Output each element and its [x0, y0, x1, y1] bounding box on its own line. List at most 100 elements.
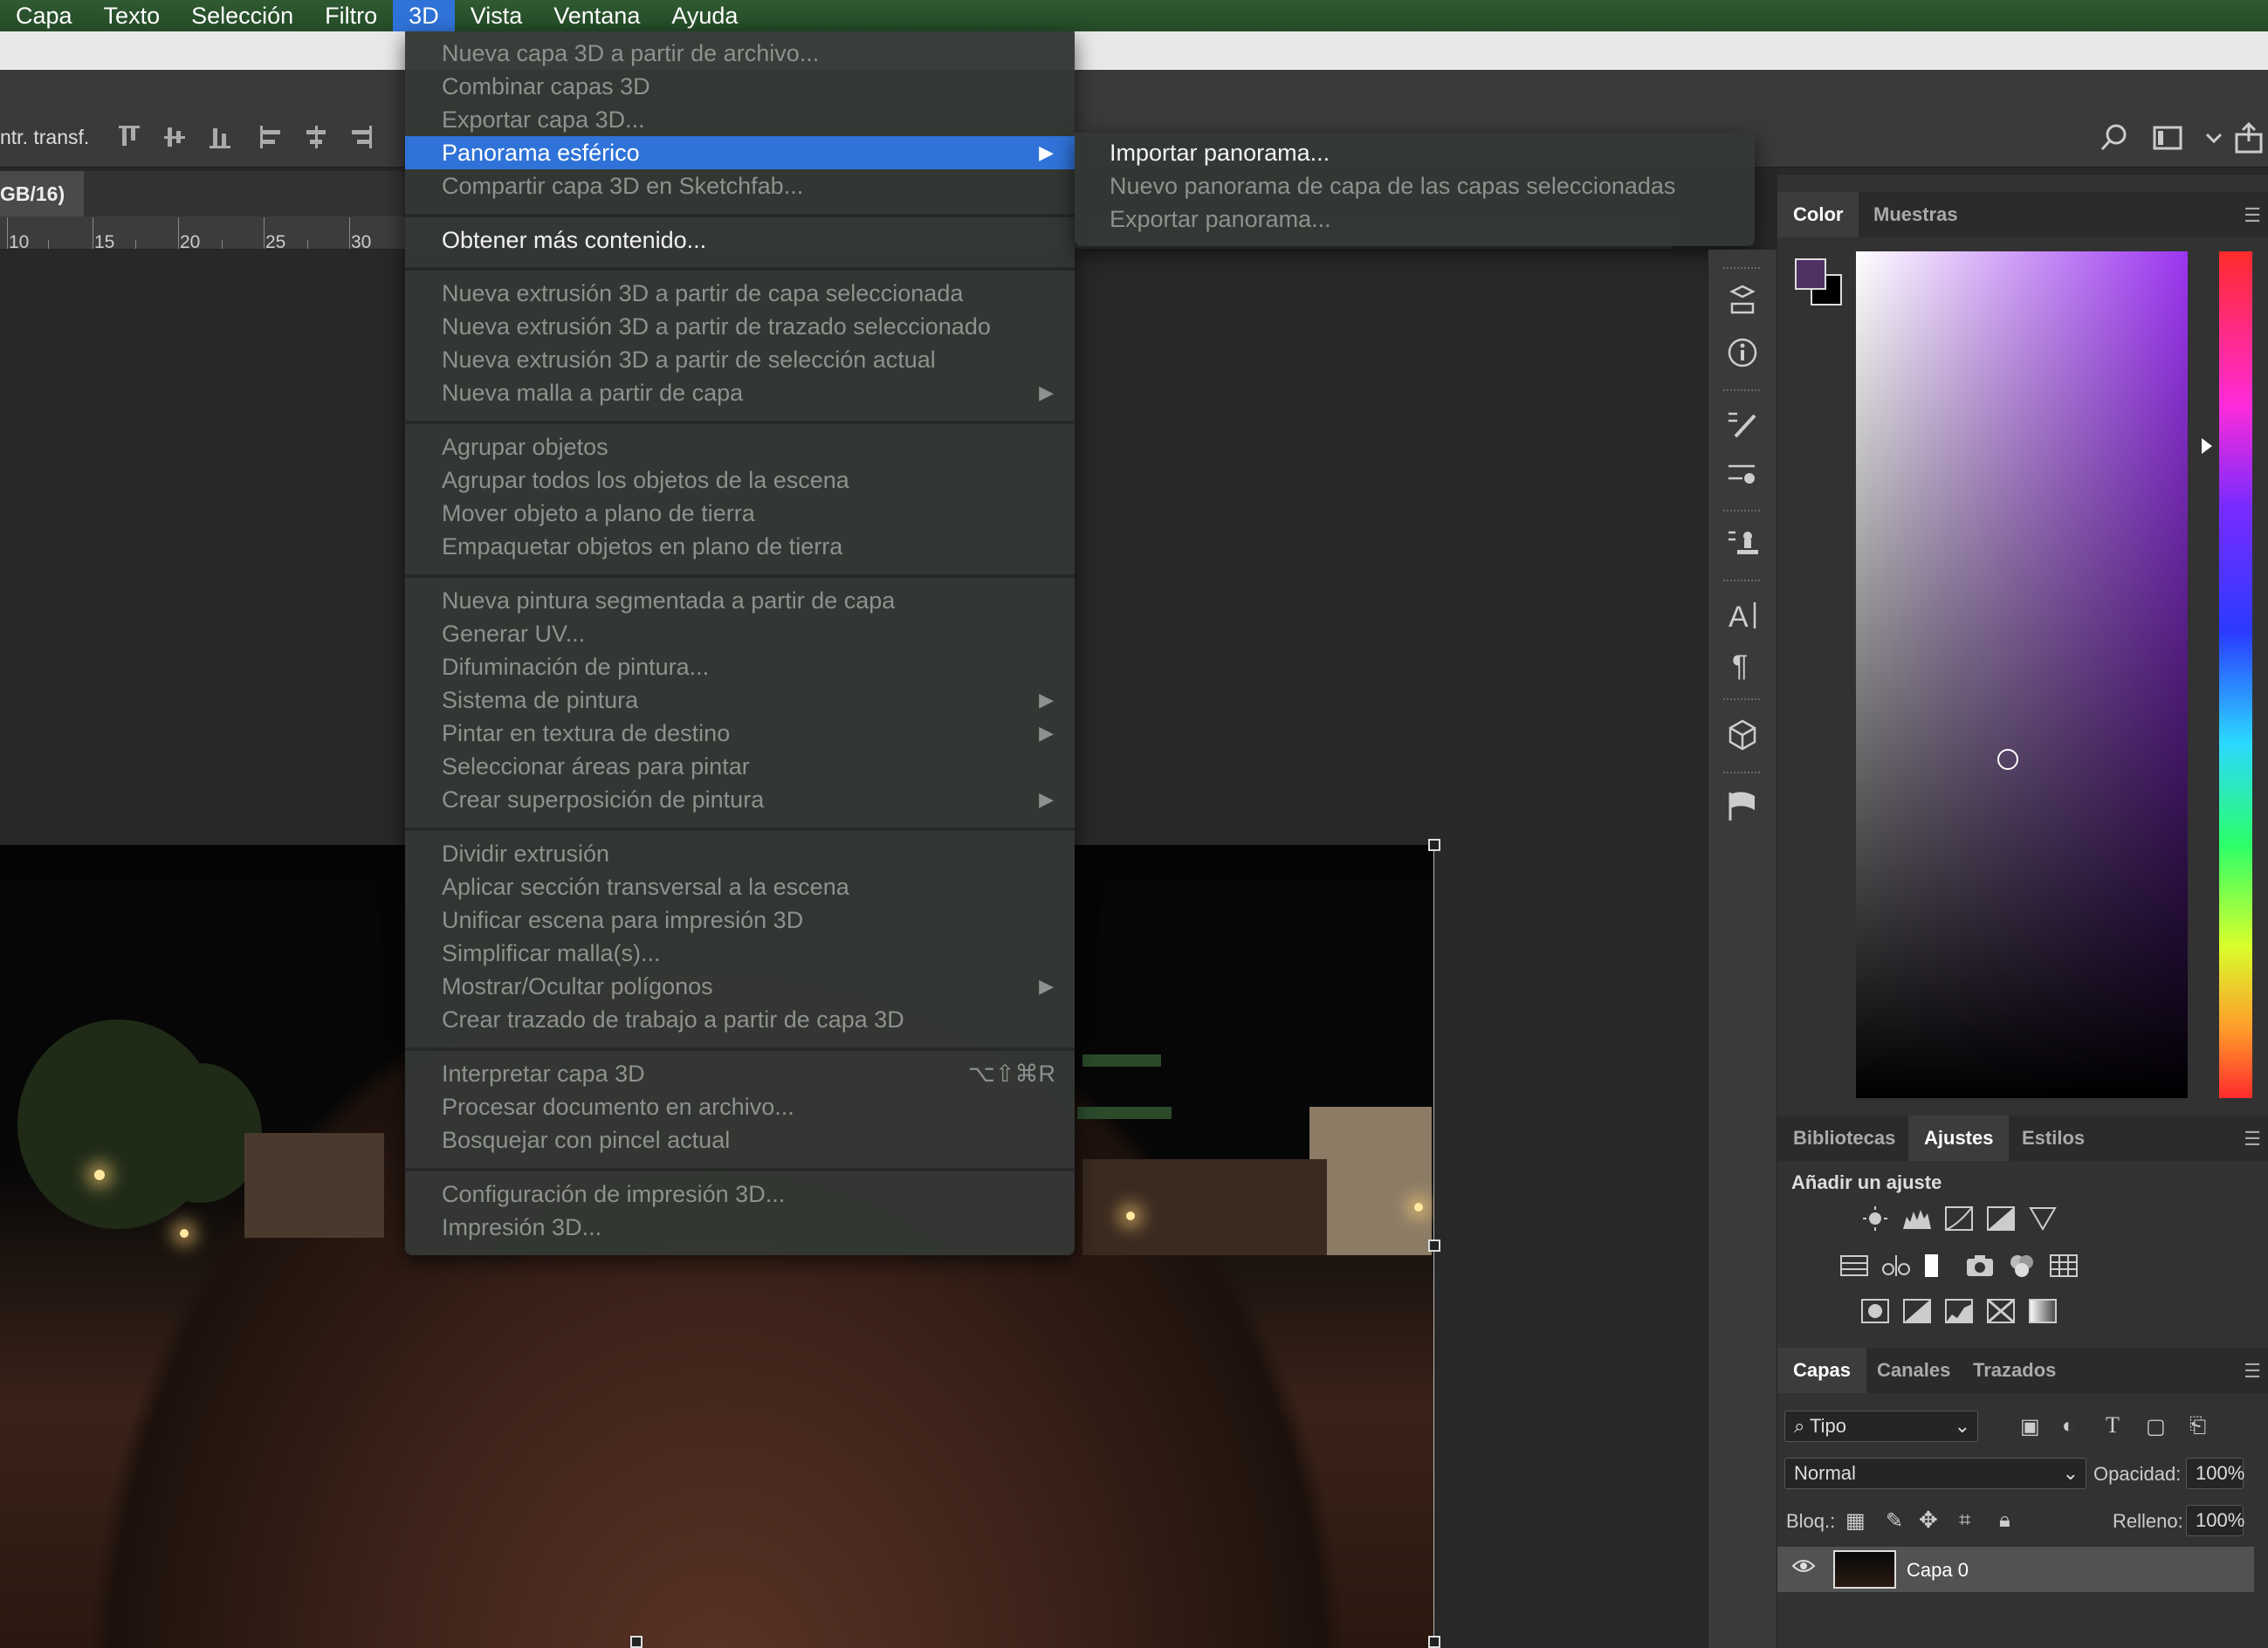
lock-artboard-icon[interactable]: ⌗ — [1959, 1508, 1971, 1533]
color-lookup-icon[interactable] — [2048, 1252, 2079, 1280]
filter-shape-icon[interactable]: ▢ — [2146, 1414, 2166, 1439]
transform-handle[interactable] — [1428, 839, 1440, 851]
panel-menu-icon[interactable]: ☰ — [2244, 204, 2261, 227]
tab-muestras[interactable]: Muestras — [1858, 192, 1974, 237]
3d-cube-icon[interactable] — [1723, 716, 1762, 754]
fill-input[interactable]: 100% — [2186, 1505, 2244, 1536]
brush-presets-icon[interactable] — [1723, 405, 1762, 443]
transform-handle[interactable] — [630, 1636, 643, 1648]
tab-canales[interactable]: Canales — [1861, 1348, 1966, 1393]
submenu-item-importar[interactable]: Importar panorama... — [1110, 136, 1330, 169]
menu-ayuda[interactable]: Ayuda — [656, 0, 753, 31]
menu-ventana[interactable]: Ventana — [538, 0, 656, 31]
lock-image-icon[interactable]: ✎ — [1886, 1508, 1903, 1534]
menu-item[interactable]: Simplificar malla(s)... — [405, 937, 1075, 970]
menu-seleccion[interactable]: Selección — [175, 0, 309, 31]
black-white-icon[interactable] — [1922, 1252, 1954, 1280]
transform-handle[interactable] — [1428, 1239, 1440, 1252]
brightness-icon[interactable] — [1859, 1205, 1891, 1233]
align-right-icon[interactable] — [347, 122, 375, 152]
menu-item[interactable]: Seleccionar áreas para pintar — [405, 750, 1075, 783]
menu-3d[interactable]: 3D — [393, 0, 455, 31]
tab-capas[interactable]: Capas — [1777, 1348, 1867, 1393]
menu-item[interactable]: Nueva extrusión 3D a partir de selección… — [405, 343, 1075, 376]
paragraph-icon[interactable]: ¶ — [1723, 644, 1762, 683]
menu-item[interactable]: Empaquetar objetos en plano de tierra — [405, 530, 1075, 563]
clone-source-icon[interactable] — [1723, 524, 1762, 562]
submenu-item-exportar[interactable]: Exportar panorama... — [1110, 203, 1331, 236]
lock-transparent-icon[interactable]: ▦ — [1845, 1508, 1866, 1534]
posterize-icon[interactable] — [1901, 1297, 1933, 1325]
menu-item[interactable]: Pintar en textura de destino ▶ — [405, 717, 1075, 750]
menu-item[interactable]: Exportar capa 3D... — [405, 103, 1075, 136]
menu-item[interactable]: Bosquejar con pincel actual — [405, 1123, 1075, 1157]
menu-item[interactable]: Difuminación de pintura... — [405, 650, 1075, 683]
workspace-icon[interactable] — [2151, 120, 2186, 155]
menu-item-panorama-esferico[interactable]: Panorama esférico ▶ — [405, 136, 1075, 169]
menu-item[interactable]: Agrupar objetos — [405, 430, 1075, 464]
menu-item[interactable]: Obtener más contenido... — [405, 223, 1075, 257]
menu-item[interactable]: Impresión 3D... — [405, 1211, 1075, 1244]
menu-item[interactable]: Nueva capa 3D a partir de archivo... — [405, 37, 1075, 70]
menu-item[interactable]: Crear trazado de trabajo a partir de cap… — [405, 1003, 1075, 1036]
menu-vista[interactable]: Vista — [455, 0, 539, 31]
menu-item[interactable]: Interpretar capa 3D ⌥⇧⌘R — [405, 1057, 1075, 1090]
tab-bibliotecas[interactable]: Bibliotecas — [1777, 1116, 1911, 1161]
menu-item[interactable]: Sistema de pintura ▶ — [405, 683, 1075, 717]
share-icon[interactable] — [2231, 120, 2266, 155]
align-bottom-icon[interactable] — [206, 122, 234, 152]
grip[interactable] — [1723, 389, 1760, 395]
filter-type-icon[interactable]: T — [2106, 1412, 2120, 1439]
color-balance-icon[interactable] — [1880, 1252, 1912, 1280]
filter-smart-object-icon[interactable]: ⎗ — [2189, 1414, 2206, 1439]
menu-item[interactable]: Unificar escena para impresión 3D — [405, 903, 1075, 937]
menu-item[interactable]: Mover objeto a plano de tierra — [405, 497, 1075, 530]
grip[interactable] — [1723, 267, 1760, 272]
gradient-map-icon[interactable] — [2027, 1297, 2058, 1325]
menu-texto[interactable]: Texto — [88, 0, 176, 31]
align-top-icon[interactable] — [115, 122, 143, 152]
filter-adjustment-icon[interactable]: ◐ — [2062, 1414, 2075, 1439]
menu-item[interactable]: Nueva pintura segmentada a partir de cap… — [405, 584, 1075, 617]
tab-color[interactable]: Color — [1777, 192, 1859, 237]
hue-slider[interactable] — [2219, 251, 2252, 1098]
color-field[interactable] — [1856, 251, 2188, 1098]
grip[interactable] — [1723, 698, 1760, 704]
tab-estilos[interactable]: Estilos — [2006, 1116, 2100, 1161]
layer-filter-select[interactable]: ⌕ Tipo ⌄ — [1784, 1411, 1978, 1442]
menu-item[interactable]: Nueva extrusión 3D a partir de capa sele… — [405, 277, 1075, 310]
menu-item[interactable]: Generar UV... — [405, 617, 1075, 650]
grip[interactable] — [1723, 580, 1760, 585]
threshold-icon[interactable] — [1943, 1297, 1975, 1325]
grip[interactable] — [1723, 510, 1760, 515]
menu-item[interactable]: Mostrar/Ocultar polígonos ▶ — [405, 970, 1075, 1003]
chevron-down-icon[interactable] — [2196, 120, 2231, 155]
menu-item[interactable]: Nueva extrusión 3D a partir de trazado s… — [405, 310, 1075, 343]
layer-name[interactable]: Capa 0 — [1907, 1559, 1969, 1582]
tab-ajustes[interactable]: Ajustes — [1908, 1116, 2010, 1161]
filter-pixel-icon[interactable]: ▣ — [2020, 1414, 2040, 1439]
menu-item[interactable]: Compartir capa 3D en Sketchfab... — [405, 169, 1075, 203]
menu-item[interactable]: Nueva malla a partir de capa ▶ — [405, 376, 1075, 409]
menu-item[interactable]: Procesar documento en archivo... — [405, 1090, 1075, 1123]
align-vcenter-icon[interactable] — [161, 122, 189, 152]
vibrance-icon[interactable] — [2027, 1205, 2058, 1233]
submenu-item-nuevo[interactable]: Nuevo panorama de capa de las capas sele… — [1110, 169, 1675, 203]
selective-color-icon[interactable] — [1985, 1297, 2017, 1325]
menu-item[interactable]: Aplicar sección transversal a la escena — [405, 870, 1075, 903]
search-icon[interactable] — [2097, 120, 2132, 155]
levels-icon[interactable] — [1901, 1205, 1933, 1233]
flag-icon[interactable] — [1723, 787, 1762, 826]
info-icon[interactable] — [1723, 333, 1762, 372]
hue-slider-arrow-icon[interactable] — [2202, 438, 2212, 454]
panel-menu-icon[interactable]: ☰ — [2244, 1128, 2261, 1150]
align-left-icon[interactable] — [257, 122, 285, 152]
document-tab[interactable]: GB/16) — [0, 171, 84, 216]
panel-menu-icon[interactable]: ☰ — [2244, 1360, 2261, 1383]
exposure-icon[interactable] — [1985, 1205, 2017, 1233]
menu-filtro[interactable]: Filtro — [309, 0, 393, 31]
blend-mode-select[interactable]: Normal ⌄ — [1784, 1458, 2086, 1489]
transform-handle[interactable] — [1428, 1636, 1440, 1648]
foreground-color-swatch[interactable] — [1795, 258, 1826, 290]
channel-mixer-icon[interactable] — [2006, 1252, 2038, 1280]
